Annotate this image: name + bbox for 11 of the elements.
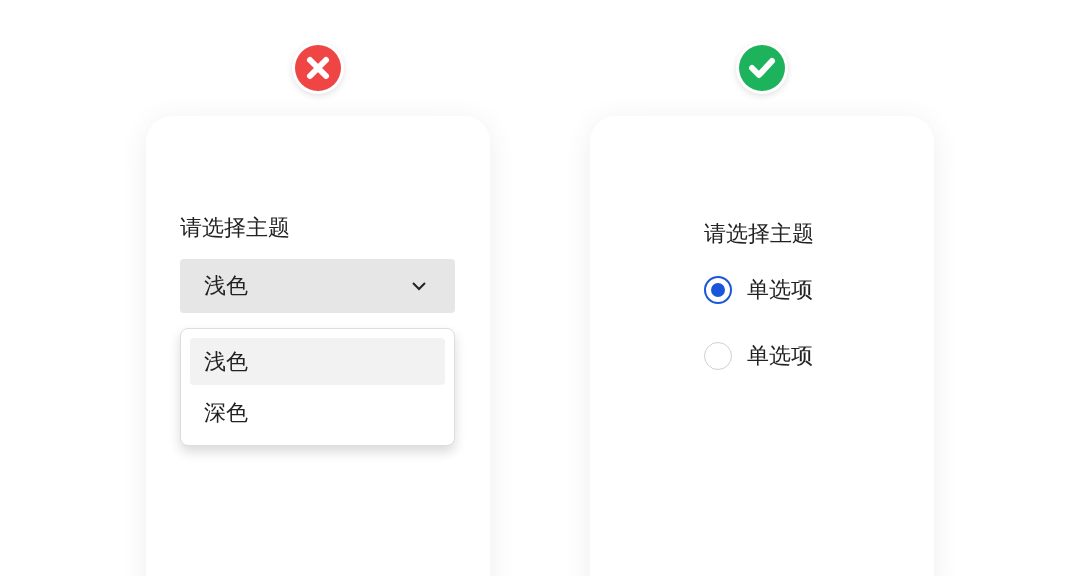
- radio-button[interactable]: [704, 276, 732, 304]
- theme-select[interactable]: 浅色: [180, 259, 455, 313]
- menu-item[interactable]: 浅色: [190, 338, 445, 385]
- error-icon: [292, 42, 344, 94]
- field-label: 请选择主题: [704, 220, 814, 248]
- radio-label: 单选项: [747, 342, 813, 370]
- radio-label: 单选项: [747, 276, 813, 304]
- field-label: 请选择主题: [180, 214, 290, 242]
- check-icon: [736, 42, 788, 94]
- menu-item[interactable]: 深色: [190, 389, 445, 436]
- chevron-down-icon: [411, 281, 427, 291]
